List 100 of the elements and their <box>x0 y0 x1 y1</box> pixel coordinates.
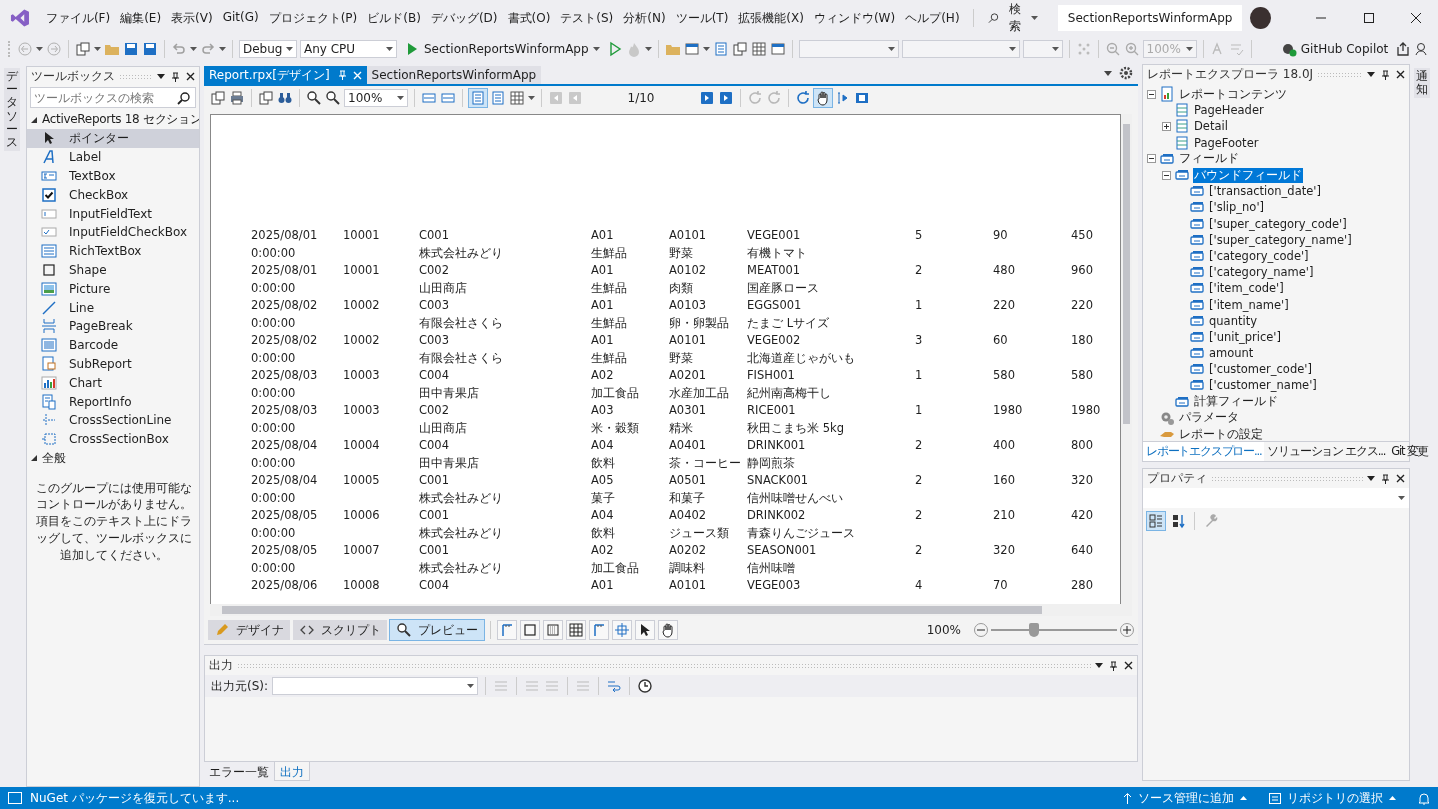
copy-icon[interactable] <box>210 90 226 106</box>
tree-item[interactable]: ['category_code'] <box>1208 248 1310 263</box>
close-icon[interactable] <box>1396 474 1405 483</box>
print-icon[interactable] <box>229 90 245 106</box>
panel-tab[interactable]: 出力 <box>274 762 310 781</box>
close-icon[interactable] <box>1396 70 1405 79</box>
designer-tab[interactable]: デザイナ <box>208 620 290 640</box>
spell-check-icon[interactable] <box>1228 41 1245 57</box>
window-icon[interactable] <box>769 41 786 57</box>
next-page-icon[interactable] <box>699 90 715 106</box>
tree-item[interactable]: ['customer_name'] <box>1208 378 1318 393</box>
refresh-icon[interactable] <box>795 90 811 106</box>
zoom-in-button[interactable] <box>1120 623 1134 637</box>
collapse-toggle[interactable] <box>1147 89 1156 99</box>
menu-item[interactable]: 拡張機能(X) <box>733 5 809 31</box>
designer-tab[interactable]: プレビュー <box>390 620 484 640</box>
word-wrap-icon[interactable] <box>606 678 623 694</box>
tree-item[interactable]: quantity <box>1208 313 1258 328</box>
square-icon[interactable] <box>522 622 538 638</box>
pin-icon[interactable] <box>171 71 180 82</box>
dropdown-arrow-icon[interactable] <box>157 74 165 79</box>
grid-icon[interactable] <box>750 41 767 57</box>
thumbnail-icon[interactable] <box>854 90 870 106</box>
tree-item[interactable]: バウンドフィールド <box>1193 167 1303 183</box>
caret-icon[interactable] <box>36 47 43 51</box>
caret-icon[interactable] <box>94 47 101 51</box>
collapse-toggle[interactable] <box>1147 154 1156 164</box>
dropdown[interactable] <box>1022 40 1063 58</box>
tree-item[interactable]: amount <box>1208 346 1255 361</box>
dotted-grid-icon[interactable] <box>545 622 561 638</box>
expand-arrow-icon[interactable] <box>30 454 38 463</box>
toolbox-item[interactable]: Line <box>27 298 199 317</box>
designer-tab[interactable]: スクリプト <box>293 620 387 640</box>
save-icon[interactable] <box>123 41 139 57</box>
menu-item[interactable]: Git(G) <box>217 5 264 31</box>
configuration-dropdown[interactable]: Debug <box>239 40 297 58</box>
toolbox-item[interactable]: ポインター <box>27 129 199 148</box>
toolbox-item[interactable]: Barcode <box>27 335 199 355</box>
panel-tab[interactable]: エラー一覧 <box>204 762 274 781</box>
data-source-tab[interactable]: データソース <box>4 68 20 152</box>
tree-item[interactable]: 計算フィールド <box>1193 394 1279 410</box>
caret-icon[interactable] <box>190 47 197 51</box>
tree-item[interactable]: レポートの設定 <box>1178 426 1264 441</box>
copilot-button[interactable]: GitHub Copilot <box>1276 41 1393 57</box>
menu-item[interactable]: ファイル(F) <box>40 5 116 31</box>
toolbox-item[interactable]: TextBox <box>27 166 199 186</box>
zoom-out-icon[interactable] <box>306 90 322 106</box>
ruler-icon[interactable] <box>499 622 515 638</box>
caret-icon[interactable] <box>528 96 535 100</box>
caret-icon[interactable] <box>644 47 652 51</box>
tree-item[interactable]: フィールド <box>1178 151 1240 167</box>
page-number-field[interactable]: 1/10 <box>586 91 696 105</box>
panel-tab[interactable]: レポートエクスプロー... <box>1143 442 1265 461</box>
menu-item[interactable]: 編集(E) <box>115 5 167 31</box>
snap-lines-icon[interactable] <box>614 622 630 638</box>
dropdown-arrow-icon[interactable] <box>1367 476 1375 481</box>
expand-arrow-icon[interactable] <box>30 115 38 124</box>
tree-item[interactable]: ['transaction_date'] <box>1208 184 1322 199</box>
status-item[interactable]: リポジトリの選択 <box>1269 789 1397 807</box>
toolbox-item[interactable]: ReportInfo <box>27 392 199 411</box>
toolbox-item[interactable]: Picture <box>27 279 199 299</box>
toolbox-item[interactable]: RichTextBox <box>27 241 199 261</box>
grid-icon[interactable] <box>568 622 584 638</box>
dropdown-arrow-icon[interactable] <box>1367 72 1375 77</box>
pin-icon[interactable] <box>1381 69 1390 80</box>
menu-item[interactable]: プロジェクト(P) <box>263 5 363 31</box>
panel-tab[interactable]: Git 変更 <box>1388 442 1432 461</box>
single-page-icon[interactable] <box>470 90 486 106</box>
tree-item[interactable]: ['category_name'] <box>1208 265 1315 280</box>
toolbox-item[interactable]: CrossSectionBox <box>27 429 199 449</box>
alphabetical-sort-icon[interactable] <box>1170 513 1186 529</box>
caret-icon[interactable] <box>219 47 226 51</box>
menu-item[interactable]: 表示(V) <box>166 5 218 31</box>
toolbox-item[interactable]: PageBreak <box>27 316 199 336</box>
toolbox-item[interactable]: InputFieldText <box>27 204 199 223</box>
tree-item[interactable]: ['unit_price'] <box>1208 329 1282 344</box>
toolbox-item[interactable]: Chart <box>27 373 199 393</box>
zoom-in-icon[interactable] <box>325 90 341 106</box>
tree-item[interactable]: ['customer_code'] <box>1208 362 1313 377</box>
collapse-toggle[interactable] <box>1162 170 1171 180</box>
menu-item[interactable]: 書式(O) <box>502 5 556 31</box>
binoculars-icon[interactable] <box>277 90 293 106</box>
ruler-icon[interactable] <box>591 622 607 638</box>
toolbox-item[interactable]: CheckBox <box>27 185 199 205</box>
toolbox-item[interactable]: SubReport <box>27 354 199 374</box>
dropdown-arrow-icon[interactable] <box>1104 70 1112 76</box>
start-button[interactable]: SectionReportsWinformApp <box>400 41 604 57</box>
gear-icon[interactable] <box>1118 65 1134 81</box>
pin-icon[interactable] <box>1381 473 1390 484</box>
menu-item[interactable]: ツール(T) <box>670 5 734 31</box>
tree-item[interactable]: パラメータ <box>1178 410 1240 426</box>
slider-thumb[interactable] <box>1028 623 1039 637</box>
search-field[interactable]: ツールボックスの検索 <box>30 87 196 108</box>
notifications-tab[interactable]: 通知 <box>1414 68 1430 99</box>
search-button[interactable]: 検索 <box>981 0 1044 39</box>
tree-item[interactable]: PageFooter <box>1193 135 1260 150</box>
expand-toggle[interactable] <box>1162 121 1171 131</box>
pin-icon[interactable] <box>1109 660 1118 671</box>
menu-item[interactable]: デバッグ(D) <box>425 5 503 31</box>
menu-item[interactable]: ビルド(B) <box>362 5 426 31</box>
